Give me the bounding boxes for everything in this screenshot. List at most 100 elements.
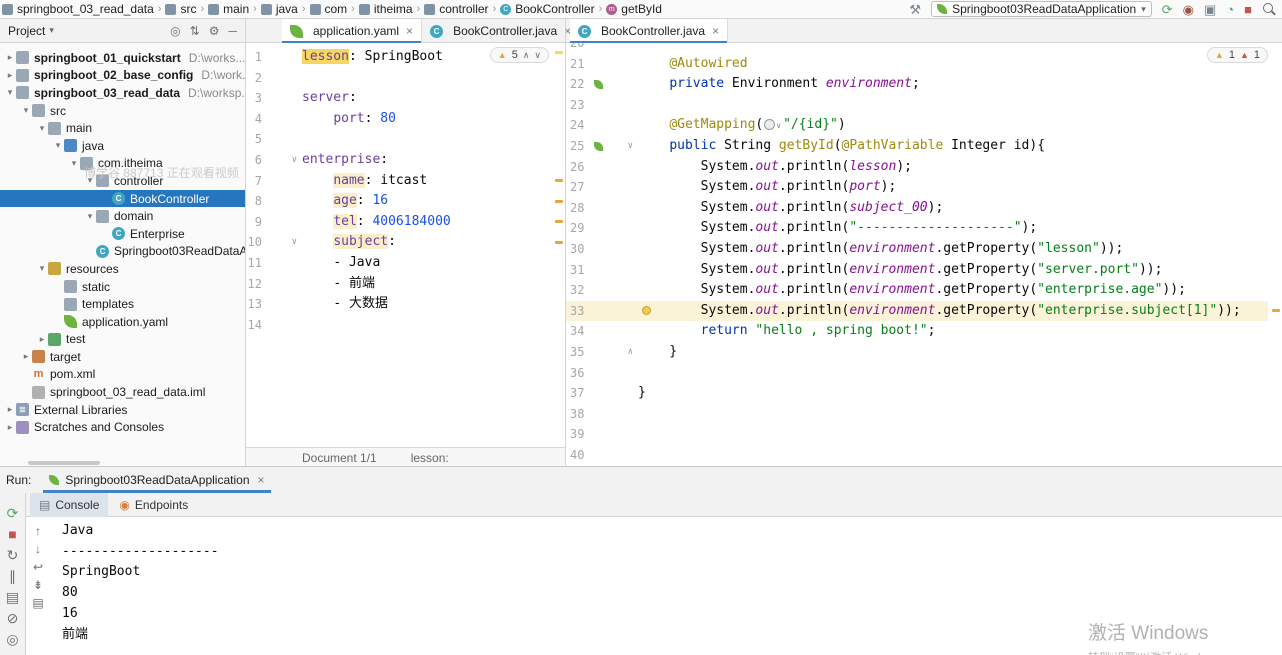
- run-config-dropdown[interactable]: Springboot03ReadDataApplication ▾: [931, 1, 1152, 17]
- soft-wrap-icon[interactable]: ↩: [33, 561, 43, 573]
- element-breadcrumb[interactable]: lesson:: [411, 451, 449, 465]
- search-icon[interactable]: [1262, 2, 1276, 16]
- code-line[interactable]: 21 @Autowired: [566, 54, 1268, 75]
- tree-item-springboot-03-read-data[interactable]: ▾ springboot_03_read_data D:\worksp...: [0, 84, 245, 102]
- warning-stripe-mark[interactable]: [555, 179, 563, 182]
- inspections-widget[interactable]: ▲ 5 ∧ ∨: [489, 47, 549, 63]
- console[interactable]: ↑ ↓ ↩ ⇟ ▤ Java -------------------- SpringBoot…: [26, 517, 1282, 655]
- restart-icon[interactable]: ↻: [7, 548, 19, 562]
- expand-arrow-icon[interactable]: ▸: [4, 422, 16, 433]
- code-line[interactable]: 29 System.out.println("-----------------…: [566, 218, 1268, 239]
- stop-icon[interactable]: ■: [1244, 3, 1252, 16]
- code-line[interactable]: 22 private Environment environment;: [566, 74, 1268, 95]
- breadcrumb-item[interactable]: itheima: [358, 2, 413, 16]
- code-line[interactable]: 34 return "hello , spring boot!";: [566, 321, 1268, 342]
- fold-arrow-icon[interactable]: ∧: [606, 342, 638, 363]
- code-line[interactable]: 35 ∧ }: [566, 342, 1268, 363]
- tree-item-controller[interactable]: ▾ controller: [0, 172, 245, 190]
- warning-stripe-mark[interactable]: [555, 241, 563, 244]
- code-line[interactable]: 33 System.out.println(environment.getPro…: [566, 300, 1268, 322]
- warning-stripe-mark[interactable]: [555, 51, 563, 54]
- code-line[interactable]: 25 ∨ public String getById(@PathVariable …: [566, 136, 1268, 157]
- expand-arrow-icon[interactable]: ▾: [84, 211, 96, 222]
- code-line[interactable]: 37}: [566, 383, 1268, 404]
- expand-arrow-icon[interactable]: ▾: [84, 175, 96, 186]
- code-line[interactable]: 12 - 前端: [246, 274, 553, 295]
- code-line[interactable]: 39: [566, 424, 1268, 445]
- settings-gear-icon[interactable]: ⚙: [209, 25, 220, 37]
- rerun-icon[interactable]: ⟳: [7, 506, 19, 520]
- breadcrumb-item[interactable]: controller: [424, 2, 489, 16]
- tree-item-bookcontroller[interactable]: C BookController: [0, 189, 245, 208]
- tab-bookcontroller-java-right[interactable]: C BookController.java ×: [570, 19, 729, 43]
- expand-arrow-icon[interactable]: ▾: [4, 87, 16, 98]
- expand-arrow-icon[interactable]: ▾: [36, 123, 48, 134]
- code-line[interactable]: 26 System.out.println(lesson);: [566, 157, 1268, 178]
- endpoint-inlay-icon[interactable]: [764, 119, 776, 131]
- expand-arrow-icon[interactable]: ▾: [68, 158, 80, 169]
- tree-item-domain[interactable]: ▾ domain: [0, 207, 245, 225]
- next-warning-icon[interactable]: ∨: [534, 50, 541, 61]
- yaml-editor[interactable]: 1 lesson: SpringBoot 2 3 server: 4 port: 80 5 6…: [246, 43, 565, 467]
- code-line[interactable]: 28 System.out.println(subject_00);: [566, 198, 1268, 219]
- expand-arrow-icon[interactable]: ▸: [4, 70, 16, 81]
- breadcrumb-item[interactable]: springboot_03_read_data: [2, 2, 154, 16]
- close-icon[interactable]: ×: [258, 473, 265, 487]
- tree-item-static[interactable]: static: [0, 278, 245, 296]
- breadcrumb-item[interactable]: C BookController: [500, 2, 595, 16]
- code-line[interactable]: 5: [246, 129, 553, 150]
- code-line[interactable]: 14: [246, 315, 553, 336]
- rerun-application-icon[interactable]: ⟳: [1162, 3, 1173, 16]
- code-line[interactable]: 11 - Java: [246, 253, 553, 274]
- tree-item-springboot-01-quickstart[interactable]: ▸ springboot_01_quickstart D:\works...: [0, 49, 245, 67]
- up-stack-icon[interactable]: ↑: [35, 525, 41, 537]
- java-editor[interactable]: 20 21 @Autowired 22 private Environment en…: [565, 43, 1282, 467]
- code-line[interactable]: 30 System.out.println(environment.getPro…: [566, 239, 1268, 260]
- expand-arrow-icon[interactable]: ▾: [52, 140, 64, 151]
- fold-arrow-icon[interactable]: ∨: [262, 232, 302, 253]
- tree-item-application-yaml[interactable]: application.yaml: [0, 313, 245, 331]
- code-line[interactable]: 4 port: 80: [246, 109, 553, 130]
- breadcrumb-item[interactable]: com: [309, 2, 347, 16]
- tree-item-enterprise[interactable]: C Enterprise: [0, 225, 245, 243]
- expand-arrow-icon[interactable]: ▾: [36, 263, 48, 274]
- tab-bookcontroller-java[interactable]: C BookController.java ×: [422, 19, 581, 43]
- build-hammer-icon[interactable]: ⚒: [909, 3, 921, 16]
- code-line[interactable]: 23: [566, 95, 1268, 116]
- code-line[interactable]: 6 ∨ enterprise:: [246, 150, 553, 171]
- code-line[interactable]: 3 server:: [246, 88, 553, 109]
- expand-arrow-icon[interactable]: ▸: [4, 404, 16, 415]
- intention-bulb-icon[interactable]: [642, 305, 651, 315]
- run-config-tab[interactable]: Springboot03ReadDataApplication ×: [39, 467, 274, 493]
- tree-item-main[interactable]: ▾ main: [0, 119, 245, 137]
- inspections-widget[interactable]: ▲ 1 ▲ 1: [1206, 47, 1268, 63]
- locate-file-icon[interactable]: ◎: [170, 25, 180, 37]
- tree-item-resources[interactable]: ▾ resources: [0, 260, 245, 278]
- code-line[interactable]: 8 age: 16: [246, 191, 553, 212]
- pause-output-icon[interactable]: ∥: [9, 569, 16, 583]
- print-icon[interactable]: ▤: [6, 590, 19, 604]
- tree-item-springboot-02-base-config[interactable]: ▸ springboot_02_base_config D:\work...: [0, 67, 245, 85]
- error-stripe[interactable]: [1270, 43, 1282, 467]
- tree-item-com-itheima[interactable]: ▾ com.itheima: [0, 155, 245, 173]
- hide-panel-icon[interactable]: ─: [228, 25, 237, 37]
- code-line[interactable]: 7 name: itcast: [246, 171, 553, 192]
- tree-item-springboot-03-read-data-iml[interactable]: springboot_03_read_data.iml: [0, 383, 245, 401]
- expand-arrow-icon[interactable]: ▸: [4, 52, 16, 63]
- tree-item-test[interactable]: ▸ test: [0, 331, 245, 349]
- print-icon[interactable]: ▤: [32, 597, 43, 609]
- code-line[interactable]: 36: [566, 363, 1268, 384]
- tree-item-java[interactable]: ▾ java: [0, 137, 245, 155]
- code-line[interactable]: 27 System.out.println(port);: [566, 177, 1268, 198]
- horizontal-scrollbar[interactable]: [28, 461, 100, 465]
- code-line[interactable]: 13 - 大数据: [246, 294, 553, 315]
- project-dropdown[interactable]: Project ▾: [8, 24, 54, 38]
- tab-application-yaml[interactable]: application.yaml ×: [282, 19, 423, 43]
- code-line[interactable]: 31 System.out.println(environment.getPro…: [566, 260, 1268, 281]
- code-line[interactable]: 40: [566, 445, 1268, 466]
- spring-bean-gutter-icon[interactable]: [590, 74, 606, 95]
- tree-item-scratches-and-consoles[interactable]: ▸ Scratches and Consoles: [0, 418, 245, 436]
- close-icon[interactable]: ×: [712, 24, 719, 38]
- prev-warning-icon[interactable]: ∧: [523, 50, 530, 61]
- collapse-all-icon[interactable]: ⇅: [190, 25, 200, 37]
